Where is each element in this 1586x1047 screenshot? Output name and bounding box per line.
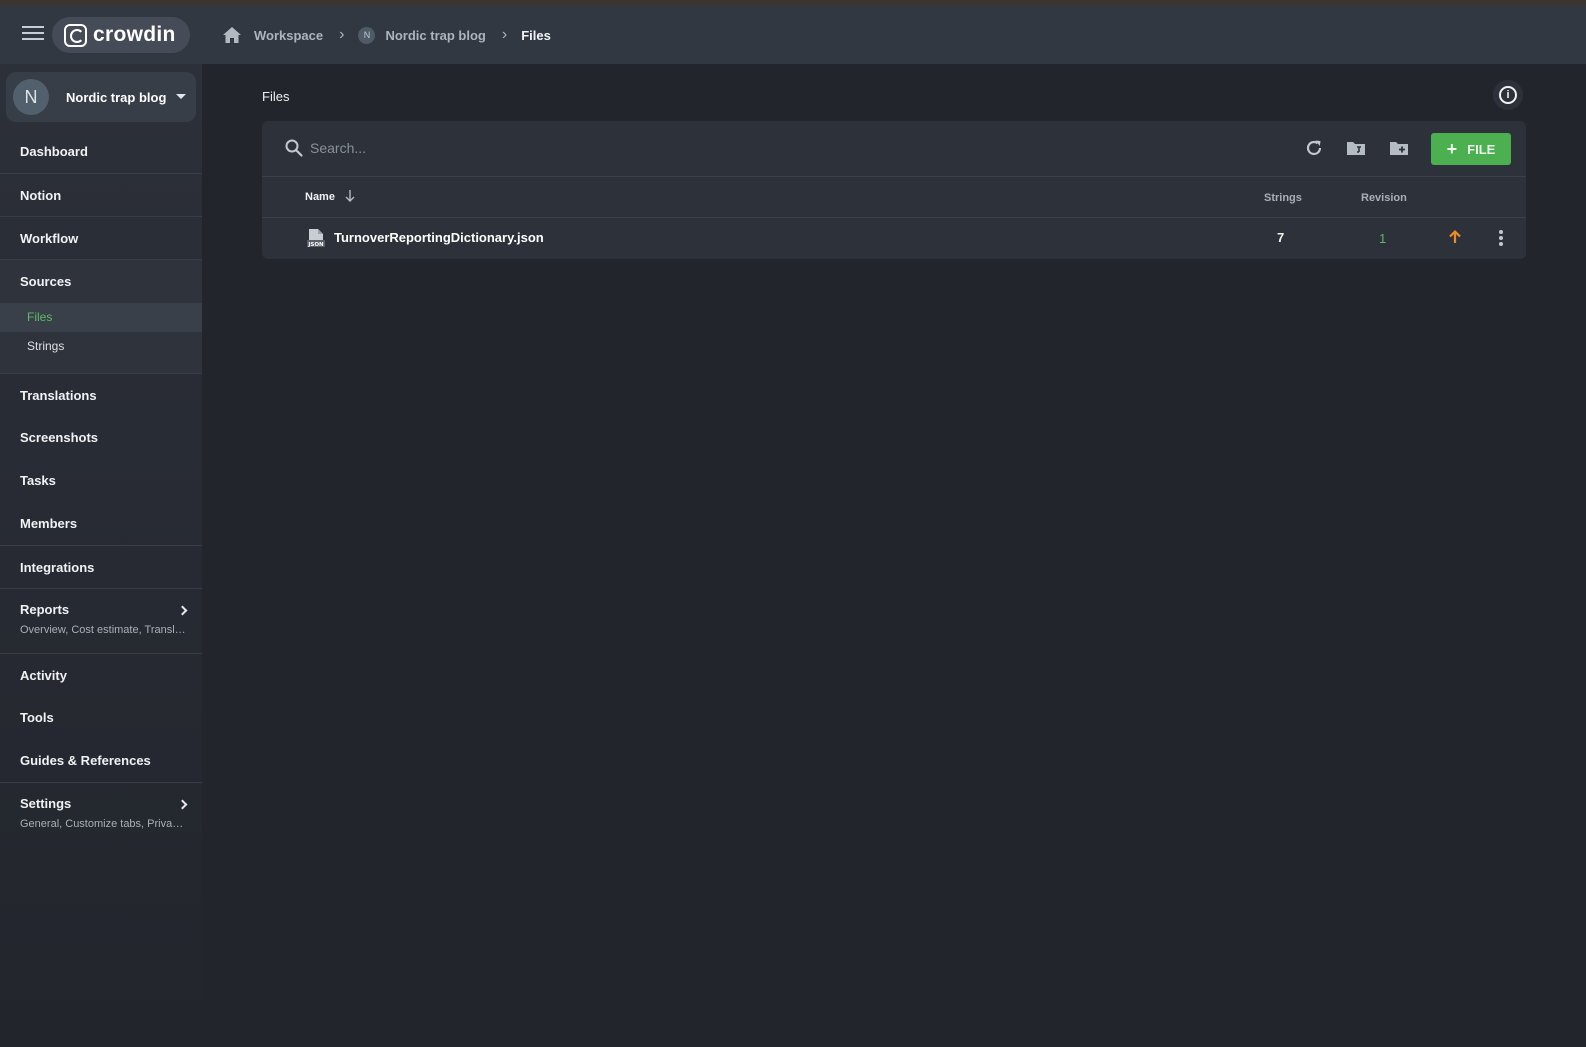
crowdin-logo[interactable]: crowdin — [52, 17, 190, 53]
json-file-icon: JSON — [307, 229, 325, 248]
caret-down-icon — [176, 94, 186, 99]
breadcrumb-workspace[interactable]: Workspace — [254, 28, 323, 43]
table-row[interactable]: JSON TurnoverReportingDictionary.json 7 … — [262, 218, 1526, 259]
page-title: Files — [262, 89, 290, 104]
project-avatar: N — [13, 79, 49, 115]
sidebar-item-settings-subtitle: General, Customize tabs, Priva… — [20, 818, 184, 830]
file-strings-count: 7 — [1277, 230, 1285, 245]
breadcrumb-current: Files — [521, 27, 551, 43]
sidebar-item-settings-label: Settings — [20, 796, 72, 811]
column-header-strings: Strings — [1264, 192, 1302, 204]
brand-name: crowdin — [93, 23, 176, 46]
breadcrumb-project-avatar: N — [358, 26, 376, 44]
home-icon[interactable] — [222, 26, 242, 44]
column-header-revision: Revision — [1361, 192, 1407, 204]
sidebar-item-notion[interactable]: Notion — [0, 173, 202, 216]
sidebar-item-sources[interactable]: Sources — [0, 260, 202, 303]
chevron-right-icon — [177, 799, 188, 810]
breadcrumb-project[interactable]: Nordic trap blog — [385, 28, 485, 43]
sidebar-item-workflow[interactable]: Workflow — [0, 216, 202, 259]
info-button[interactable]: i — [1493, 80, 1523, 110]
crowdin-logo-icon — [64, 23, 87, 47]
add-file-button[interactable]: + FILE — [1431, 133, 1511, 165]
menu-icon[interactable] — [22, 26, 44, 44]
sidebar-item-members[interactable]: Members — [0, 502, 202, 545]
sidebar-item-reports-subtitle: Overview, Cost estimate, Transl… — [20, 624, 186, 636]
sidebar-item-tasks[interactable]: Tasks — [0, 459, 202, 502]
info-icon: i — [1499, 86, 1517, 104]
project-name: Nordic trap blog — [66, 89, 167, 105]
sidebar-nav: Dashboard Notion Workflow Sources Files … — [0, 130, 202, 847]
sidebar-item-dashboard[interactable]: Dashboard — [0, 130, 202, 173]
sidebar-group-sources: Sources Files Strings — [0, 259, 202, 373]
update-arrow-icon[interactable] — [1447, 229, 1463, 245]
sidebar-item-integrations[interactable]: Integrations — [0, 545, 202, 588]
new-folder-icon[interactable] — [1388, 137, 1410, 159]
sidebar-item-guides[interactable]: Guides & References — [0, 739, 202, 782]
add-file-label: FILE — [1467, 141, 1496, 157]
sidebar: N Nordic trap blog Dashboard Notion Work… — [0, 64, 202, 1047]
sort-arrow-down-icon[interactable] — [344, 189, 356, 203]
search-icon[interactable] — [284, 138, 304, 158]
sidebar-item-translations[interactable]: Translations — [0, 373, 202, 416]
plus-icon: + — [1446, 139, 1458, 159]
sidebar-item-reports-label: Reports — [20, 602, 70, 617]
sidebar-item-activity[interactable]: Activity — [0, 653, 202, 696]
chevron-right-icon: › — [339, 26, 345, 43]
search-input[interactable] — [310, 135, 810, 161]
table-header: Name Strings Revision — [262, 176, 1526, 218]
sidebar-subitem-files[interactable]: Files — [0, 303, 202, 332]
refresh-icon[interactable] — [1303, 137, 1325, 159]
column-header-name[interactable]: Name — [305, 191, 335, 203]
new-branch-icon[interactable] — [1345, 137, 1367, 159]
sidebar-item-screenshots[interactable]: Screenshots — [0, 416, 202, 459]
sidebar-item-settings[interactable]: Settings General, Customize tabs, Priva… — [0, 782, 202, 847]
file-revision[interactable]: 1 — [1379, 231, 1386, 246]
sidebar-item-reports[interactable]: Reports Overview, Cost estimate, Transl… — [0, 588, 202, 653]
chevron-right-icon: › — [501, 26, 508, 43]
top-bar: crowdin Workspace › N Nordic trap blog ›… — [0, 6, 1586, 64]
file-name[interactable]: TurnoverReportingDictionary.json — [334, 230, 544, 245]
more-vertical-icon[interactable] — [1495, 228, 1507, 248]
project-switcher[interactable]: N Nordic trap blog — [6, 72, 196, 122]
sidebar-item-tools[interactable]: Tools — [0, 696, 202, 739]
sidebar-subitem-strings[interactable]: Strings — [0, 332, 202, 361]
svg-text:JSON: JSON — [307, 242, 324, 248]
files-panel: + FILE Name Strings Revision JSON Turnov… — [262, 121, 1526, 259]
breadcrumb: Workspace › N Nordic trap blog › Files — [222, 6, 551, 64]
chevron-right-icon — [177, 605, 188, 616]
